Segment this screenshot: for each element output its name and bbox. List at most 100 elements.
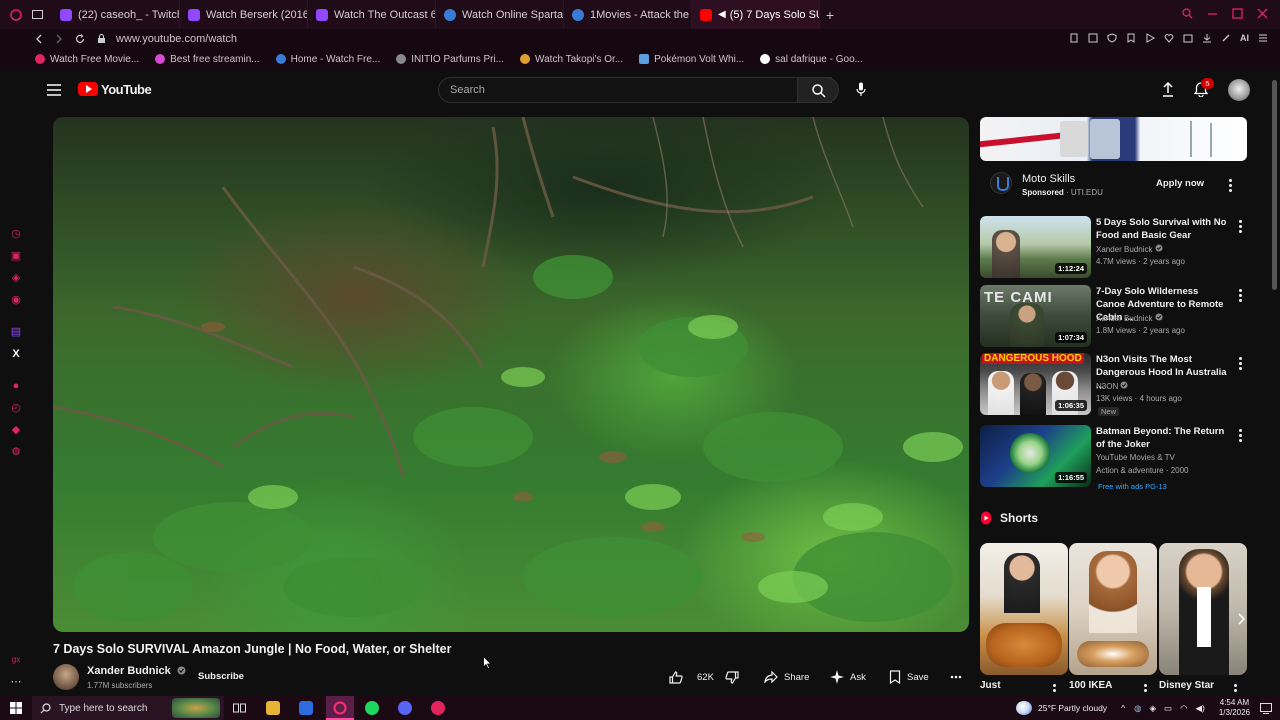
video-thumbnail[interactable]: DANGEROUS HOOD 1:06:35	[980, 353, 1091, 415]
video-more-menu-icon[interactable]	[1236, 218, 1244, 233]
battery-icon[interactable]: ▭	[1164, 703, 1172, 714]
clock-icon[interactable]: ◴	[10, 402, 22, 414]
new-tab-button[interactable]: +	[820, 0, 840, 29]
recommended-video-channel[interactable]: N3ON	[1096, 381, 1129, 391]
short-title[interactable]: 100 IKEA	[1069, 680, 1112, 691]
windows-start-icon[interactable]	[10, 702, 22, 714]
channel-avatar[interactable]	[53, 664, 79, 690]
url-field[interactable]: www.youtube.com/watch	[116, 33, 237, 45]
bookmark-watch-free-movie[interactable]: Watch Free Movie...	[35, 54, 139, 65]
recommended-video[interactable]: 1:12:24 5 Days Solo Survival with No Foo…	[980, 216, 1247, 278]
task-view-icon[interactable]	[233, 702, 246, 714]
opera-icon[interactable]	[431, 701, 445, 715]
history-icon[interactable]: ◷	[10, 228, 22, 240]
heart-icon[interactable]	[1164, 33, 1174, 43]
bookmark-watch-takopi[interactable]: Watch Takopi's Or...	[520, 54, 623, 65]
tab-youtube-active[interactable]: ◀ (5) 7 Days Solo SURVI	[692, 0, 820, 29]
file-explorer-icon[interactable]	[266, 701, 280, 715]
short-thumbnail[interactable]	[980, 543, 1068, 675]
tab-spartacus[interactable]: Watch Online Spartacus:	[436, 0, 564, 29]
share-button[interactable]: Share	[764, 667, 809, 687]
messenger-icon[interactable]: ◉	[10, 294, 22, 306]
recommended-video[interactable]: DANGEROUS HOOD 1:06:35 N3on Visits The M…	[980, 353, 1247, 416]
snapshot-icon[interactable]	[1088, 33, 1098, 43]
minimize-icon[interactable]	[1207, 8, 1218, 19]
app-tray-icon[interactable]: ◈	[1149, 703, 1156, 714]
video-player[interactable]	[53, 117, 969, 632]
recommended-video-channel[interactable]: YouTube Movies & TV	[1096, 453, 1175, 462]
ad-advertiser-logo[interactable]	[990, 172, 1012, 194]
ad-more-menu-icon[interactable]	[1226, 177, 1234, 192]
ai-icon[interactable]: AI	[1240, 33, 1249, 43]
youtube-logo-icon[interactable]	[78, 82, 98, 96]
video-more-menu-icon[interactable]	[1236, 355, 1244, 370]
recommended-video-title[interactable]: 5 Days Solo Survival with No Food and Ba…	[1096, 216, 1228, 242]
bookmark-best-free-streaming[interactable]: Best free streamin...	[155, 54, 260, 65]
volume-icon[interactable]: ◀)	[1195, 703, 1204, 714]
gx-control-icon[interactable]: gx	[10, 654, 22, 666]
shield-icon[interactable]	[1107, 33, 1117, 43]
page-scrollbar[interactable]	[1272, 80, 1277, 290]
forward-icon[interactable]	[55, 34, 63, 44]
chevron-up-icon[interactable]: ^	[1121, 703, 1125, 713]
ad-banner-image[interactable]	[980, 117, 1247, 161]
maximize-icon[interactable]	[1232, 8, 1243, 19]
tab-berserk[interactable]: Watch Berserk (2016) onli	[180, 0, 308, 29]
close-icon[interactable]	[1257, 8, 1268, 19]
reload-icon[interactable]	[75, 34, 85, 44]
short-title[interactable]: Disney Star	[1159, 680, 1214, 691]
tab-list-icon[interactable]	[32, 0, 52, 29]
wifi-icon[interactable]: ◠	[1180, 703, 1187, 714]
short-thumbnail[interactable]	[1069, 543, 1157, 675]
video-more-menu-icon[interactable]	[1236, 287, 1244, 302]
discord-icon[interactable]	[398, 701, 412, 715]
video-more-menu-icon[interactable]	[1236, 427, 1244, 442]
search-icon[interactable]	[1182, 8, 1193, 19]
notifications-icon[interactable]	[1260, 702, 1272, 714]
settings-icon[interactable]: ⚙	[10, 446, 22, 458]
youtube-logo-text[interactable]: YouTube	[101, 82, 152, 97]
x-icon[interactable]: X	[10, 348, 22, 360]
search-box[interactable]: Search	[438, 77, 832, 103]
more-icon[interactable]: ⋯	[10, 676, 22, 688]
shorts-next-arrow[interactable]	[1236, 612, 1252, 630]
download-icon[interactable]	[1202, 33, 1212, 43]
microphone-icon[interactable]	[856, 82, 866, 97]
upload-icon[interactable]	[1162, 82, 1174, 97]
search-input[interactable]: Search	[450, 84, 485, 96]
video-thumbnail[interactable]: 1:12:24	[980, 216, 1091, 278]
recommended-video-channel[interactable]: Xander Budnick	[1096, 244, 1163, 254]
tab-outcast[interactable]: Watch The Outcast 6 onli	[308, 0, 436, 29]
short-thumbnail[interactable]	[1159, 543, 1247, 675]
subscribe-button[interactable]: Subscribe	[190, 668, 252, 686]
opera-gx-taskbar-button[interactable]	[326, 696, 354, 720]
weather-text[interactable]: 25°F Partly cloudy	[1038, 703, 1107, 713]
bookmark-google-search[interactable]: sal dafrique - Goo...	[760, 54, 863, 65]
controller-icon[interactable]: ◈	[10, 272, 22, 284]
ask-button[interactable]: Ask	[830, 667, 866, 687]
lock-icon[interactable]	[97, 34, 106, 44]
hamburger-menu-icon[interactable]	[47, 84, 61, 96]
short-title[interactable]: Just	[980, 680, 1001, 691]
extensions-icon[interactable]: ◆	[10, 424, 22, 436]
search-button[interactable]	[797, 77, 839, 103]
opera-gx-icon[interactable]	[0, 0, 32, 29]
video-thumbnail[interactable]: 1:16:55	[980, 425, 1091, 487]
wallet-icon[interactable]	[1183, 33, 1193, 43]
microsoft-store-icon[interactable]	[299, 701, 313, 715]
recommended-video[interactable]: TE CAMI 1:07:34 7-Day Solo Wilderness Ca…	[980, 285, 1247, 347]
network-tray-icon[interactable]: ◍	[1134, 703, 1141, 714]
menu-icon[interactable]	[1258, 33, 1268, 43]
channel-name[interactable]: Xander Budnick	[87, 665, 186, 677]
apply-now-button[interactable]: Apply now	[1150, 176, 1210, 192]
more-actions-button[interactable]	[950, 667, 968, 687]
bag-icon[interactable]: ▣	[10, 250, 22, 262]
pin-icon[interactable]	[1069, 33, 1079, 43]
short-more-menu-icon[interactable]	[1141, 682, 1149, 696]
dislike-button[interactable]	[725, 667, 745, 687]
twitch-sidebar-icon[interactable]: ▤	[10, 326, 22, 338]
clock[interactable]: 4:54 AM 1/3/2026	[1219, 698, 1250, 718]
bookmark-icon[interactable]	[1126, 33, 1136, 43]
taskbar-search-box[interactable]: Type here to search	[32, 696, 224, 720]
short-more-menu-icon[interactable]	[1050, 682, 1058, 696]
